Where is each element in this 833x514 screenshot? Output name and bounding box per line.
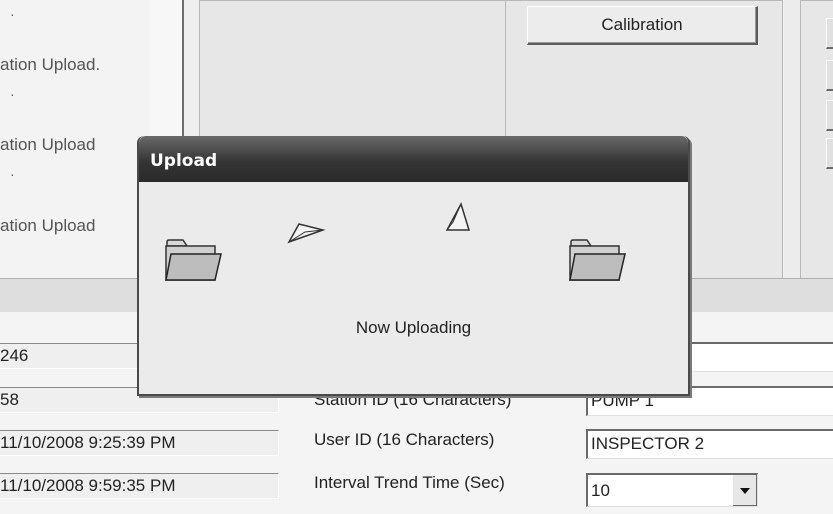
log-bullet: · [10,86,15,102]
first-date-field: 11/10/2008 9:25:39 PM [0,430,279,456]
folder-icon [165,239,222,281]
log-line: ation Upload. [0,55,101,74]
upload-dialog: Upload Now Uploading [137,136,690,396]
upload-log-list: · ation Upload. · ation Upload · ation U… [0,0,150,278]
chevron-down-icon[interactable] [732,475,757,506]
last-date-field: 11/10/2008 9:59:35 PM [0,473,279,499]
side-button[interactable] [826,100,833,131]
upload-status-text: Now Uploading [355,318,472,337]
side-button[interactable] [826,18,833,49]
interval-trend-value: 10 [591,481,610,500]
calibration-button[interactable]: Calibration [527,6,758,45]
flying-paper-icon [445,202,471,231]
interval-trend-select[interactable]: 10 [586,473,758,507]
folder-icon [569,239,626,281]
dialog-title: Upload [150,151,218,171]
dialog-title-bar[interactable]: Upload [139,136,688,182]
log-line: ation Upload [0,135,96,154]
flying-paper-icon [287,223,326,244]
user-id-input[interactable]: INSPECTOR 2 [586,429,833,459]
interval-trend-label: Interval Trend Time (Sec) [314,473,505,492]
side-button[interactable] [826,60,833,91]
user-id-label: User ID (16 Characters) [314,430,495,449]
log-bullet: · [10,6,15,22]
dialog-body: Now Uploading [139,182,688,394]
log-bullet: · [10,166,15,182]
side-button[interactable] [826,138,833,169]
log-line: ation Upload [0,216,96,235]
